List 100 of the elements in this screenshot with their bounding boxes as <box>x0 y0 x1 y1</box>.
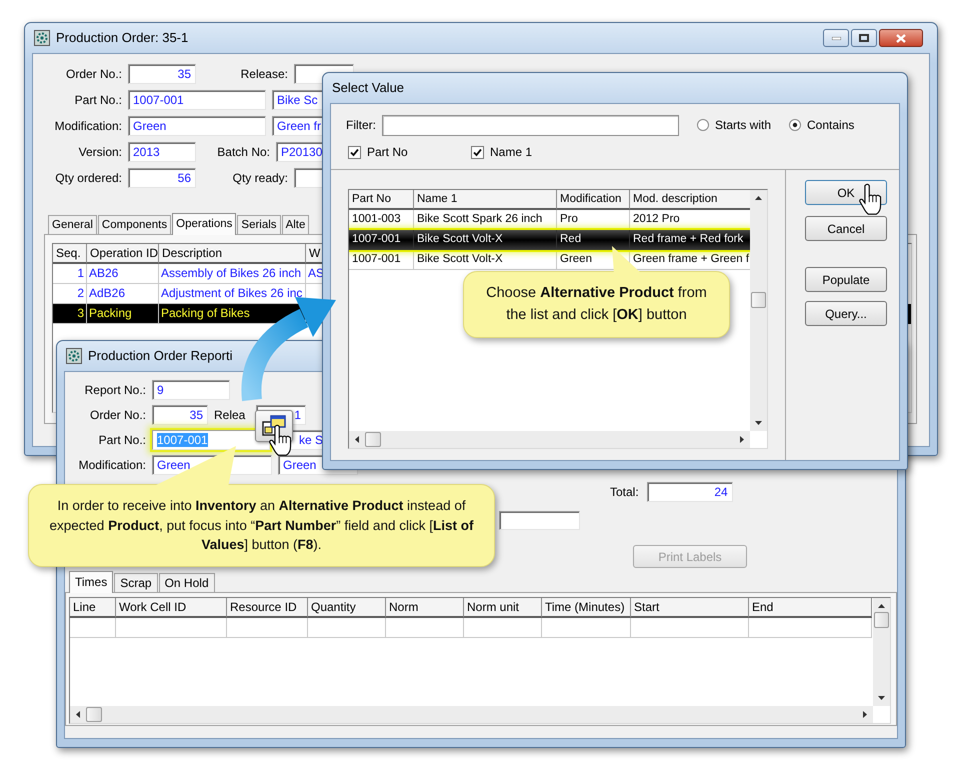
table-cell: AB26 <box>87 264 159 284</box>
table-cell: Bike Scott Volt-X <box>414 250 557 270</box>
app-icon <box>34 30 50 46</box>
text-field[interactable]: 1007-001 <box>128 90 266 110</box>
table-cell: Bike Scott Volt-X <box>414 230 557 250</box>
close-icon <box>896 34 906 42</box>
checkbox[interactable] <box>471 146 484 158</box>
scroll-arrow-icon[interactable] <box>76 711 80 718</box>
hand-cursor-icon <box>858 183 884 216</box>
app-icon <box>66 348 82 364</box>
maximize-button[interactable] <box>851 29 877 47</box>
horizontal-scrollbar[interactable] <box>70 706 873 723</box>
field-label: Relea <box>214 407 246 424</box>
table-cell: Packing <box>87 304 159 324</box>
scroll-arrow-icon[interactable] <box>878 696 885 700</box>
table-cell: 1007-001 <box>349 230 414 250</box>
vertical-scrollbar[interactable] <box>750 190 767 431</box>
populate-button[interactable]: Populate <box>805 267 887 292</box>
close-button[interactable] <box>879 29 923 47</box>
tab[interactable]: General <box>48 215 97 234</box>
callout-text: Choose Alternative Product from the list and click [OK] button <box>485 284 708 324</box>
text-field[interactable]: 56 <box>128 168 196 188</box>
column-header[interactable]: Seq. <box>53 244 87 264</box>
tab[interactable]: Components <box>98 215 172 234</box>
text-field[interactable]: Green <box>128 116 266 136</box>
tab[interactable]: Operations <box>172 213 236 235</box>
checkbox-label: Part No <box>367 144 408 161</box>
tab[interactable]: Scrap <box>114 573 158 592</box>
callout-text: In order to receive into Inventory an Alternative Product instead of expected Product, put focus into “Part Number” field and click [List of Values] button (F8). <box>48 497 474 554</box>
tab[interactable]: On Hold <box>158 573 215 592</box>
column-header[interactable]: End <box>749 598 872 618</box>
column-header[interactable]: Part No <box>349 190 414 210</box>
tab[interactable]: Times <box>69 571 114 593</box>
text-field[interactable]: 24 <box>646 482 733 502</box>
scroll-arrow-icon[interactable] <box>863 711 867 718</box>
radio-label: Contains <box>807 117 854 134</box>
scroll-arrow-icon[interactable] <box>755 196 762 200</box>
window-title: Select Value <box>332 79 404 98</box>
field-label: Qty ordered: <box>54 170 122 187</box>
text-field[interactable]: 35 <box>152 405 208 425</box>
column-header[interactable]: Mod. description <box>630 190 750 210</box>
maximize-icon <box>859 34 869 42</box>
scroll-arrow-icon[interactable] <box>355 436 359 443</box>
column-header[interactable]: Quantity <box>308 598 386 618</box>
column-header[interactable]: Name 1 <box>414 190 557 210</box>
checkbox[interactable] <box>348 146 361 158</box>
field-label: Report No.: <box>84 382 146 399</box>
text-field[interactable]: 35 <box>128 64 196 84</box>
field-label: Modification: <box>78 457 146 474</box>
field-label: Part No.: <box>98 432 146 449</box>
field-label: Part No.: <box>74 92 122 109</box>
field-label: Version: <box>78 144 122 161</box>
vertical-scrollbar[interactable] <box>873 598 890 706</box>
column-header[interactable]: Start <box>631 598 749 618</box>
column-header[interactable]: Time (Minutes) <box>542 598 631 618</box>
radio-button[interactable] <box>697 119 709 131</box>
scrollbar-thumb[interactable] <box>874 612 889 628</box>
hand-cursor-icon <box>268 424 294 457</box>
scrollbar-thumb[interactable] <box>365 432 381 447</box>
column-header[interactable]: Norm unit <box>464 598 542 618</box>
field-label: Total: <box>610 484 639 501</box>
scroll-arrow-icon[interactable] <box>755 421 762 425</box>
field-label: Batch No: <box>216 144 270 161</box>
field-label: Release: <box>240 66 288 83</box>
column-header[interactable]: Resource ID <box>227 598 308 618</box>
column-header[interactable]: Work Cell ID <box>116 598 227 618</box>
field-label: Filter: <box>346 117 376 134</box>
minimize-button[interactable] <box>823 29 849 47</box>
scrollbar-thumb[interactable] <box>86 707 102 722</box>
tab[interactable]: Serials <box>237 215 281 234</box>
column-header[interactable]: Norm <box>386 598 464 618</box>
filter-field[interactable] <box>382 114 679 136</box>
table-cell: 3 <box>53 304 87 324</box>
table-cell: 1007-001 <box>349 250 414 270</box>
window-title: Production Order: 35-1 <box>56 29 188 48</box>
column-header[interactable]: Description <box>159 244 306 264</box>
text-field[interactable] <box>499 511 580 530</box>
column-header[interactable]: Modification <box>557 190 630 210</box>
checkbox-label: Name 1 <box>490 144 532 161</box>
text-field[interactable]: 2013 <box>128 142 196 162</box>
radio-label: Starts with <box>715 117 772 134</box>
table-cell: Assembly of Bikes 26 inch <box>159 264 306 284</box>
field-label: Order No.: <box>64 66 122 83</box>
scroll-arrow-icon[interactable] <box>740 436 744 443</box>
field-label: Order No.: <box>88 407 146 424</box>
scrollbar-thumb[interactable] <box>751 292 766 308</box>
radio-button[interactable] <box>789 119 802 131</box>
cancel-button[interactable]: Cancel <box>805 216 887 241</box>
field-label: Qty ready: <box>232 170 288 187</box>
tab[interactable]: Alte <box>282 215 310 234</box>
column-header[interactable]: Operation ID <box>87 244 159 264</box>
scroll-arrow-icon[interactable] <box>878 604 885 608</box>
horizontal-scrollbar[interactable] <box>349 431 750 448</box>
text-field[interactable]: 9 <box>152 380 230 400</box>
column-header[interactable]: Line <box>70 598 116 618</box>
window-title: Production Order Reporti <box>88 347 233 366</box>
minimize-icon <box>832 36 840 40</box>
query-button[interactable]: Query... <box>805 301 887 326</box>
table-cell: 1 <box>53 264 87 284</box>
table-row[interactable]: 1007-001 Bike Scott Volt-X Red Red frame + Red fork <box>349 230 750 250</box>
